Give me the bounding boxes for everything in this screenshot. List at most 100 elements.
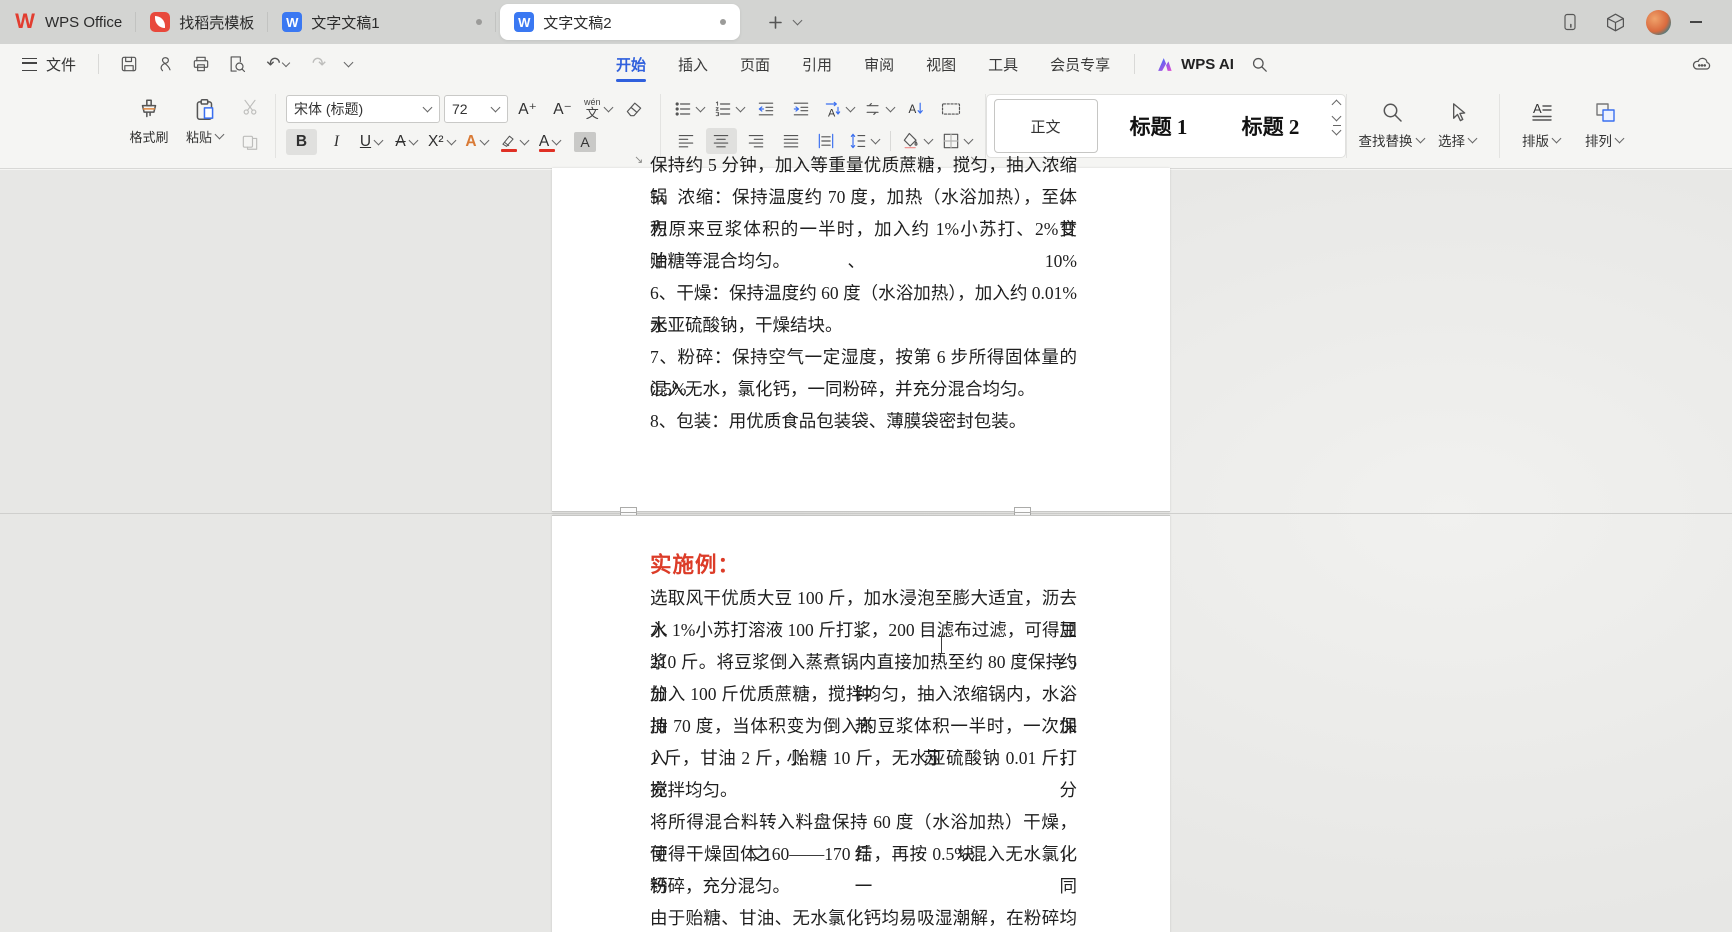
- bold-button[interactable]: B: [286, 129, 317, 155]
- doc-line[interactable]: 将所得混合料转入料盘保持 60 度（水浴加热）干燥，使之结块，: [650, 806, 1077, 838]
- doc-line[interactable]: 1 斤，甘油 2 斤，贻糖 10 斤，无水亚硫酸钠 0.01 斤，充分: [650, 742, 1077, 774]
- ribbon-tab-review[interactable]: 审阅: [848, 44, 910, 84]
- doc-line[interactable]: 8、包装：用优质食品包装袋、薄膜袋密封包装。: [650, 405, 1077, 437]
- styles-scroll-up-icon[interactable]: [1332, 100, 1342, 110]
- user-avatar[interactable]: [1646, 10, 1671, 35]
- bullets-button[interactable]: [671, 96, 707, 122]
- highlight-button[interactable]: [497, 129, 531, 155]
- tab-wps-home[interactable]: W WPS Office: [0, 0, 136, 44]
- doc-line[interactable]: 加入 100 斤优质蔗糖，搅拌均匀，抽入浓缩锅内，水浴加热保: [650, 678, 1077, 710]
- ribbon-tab-reference[interactable]: 引用: [786, 44, 848, 84]
- paste-button[interactable]: 粘贴: [178, 90, 232, 152]
- doc-line[interactable]: 为原来豆浆体积的一半时，加入约 1%小苏打、2%甘油、10%: [650, 213, 1077, 245]
- print-preview-button[interactable]: [223, 50, 251, 78]
- format-painter-button[interactable]: 格式刷: [122, 90, 176, 152]
- doc-line[interactable]: 7、粉碎：保持空气一定湿度，按第 6 步所得固体量的 0.5%: [650, 341, 1077, 373]
- decrease-indent-icon: [756, 99, 776, 119]
- font-dialog-launcher[interactable]: ↘: [634, 153, 643, 166]
- ribbon-tab-member[interactable]: 会员专享: [1034, 44, 1126, 84]
- superscript-button[interactable]: X²: [426, 129, 458, 155]
- ribbon-tab-home[interactable]: 开始: [600, 44, 662, 84]
- style-normal[interactable]: 正文: [994, 99, 1098, 153]
- redo-button[interactable]: ↷: [305, 50, 333, 78]
- ribbon-tab-page[interactable]: 页面: [724, 44, 786, 84]
- typeset-button[interactable]: A 排版: [1510, 92, 1574, 158]
- doc-line[interactable]: 由于贻糖、甘油、无水氯化钙均易吸湿潮解，在粉碎均匀后，必: [650, 902, 1077, 932]
- document-canvas[interactable]: 保持约 5 分钟，加入等重量优质蔗糖，搅匀，抽入浓缩锅。 5、浓缩：保持温度约 …: [0, 170, 1732, 932]
- document-page-2[interactable]: 实施例： 选取风干优质大豆 100 斤，加水浸泡至膨大适宜，沥去水，加 入 1%…: [552, 515, 1170, 932]
- arrange-button[interactable]: 排列: [1574, 92, 1636, 158]
- char-shading-button[interactable]: A: [570, 129, 601, 155]
- doc-line[interactable]: 210 斤。将豆浆倒入蒸煮锅内直接加热至约 80 度保持 5 分钟，: [650, 646, 1077, 678]
- char-scale-icon: [863, 99, 883, 119]
- styles-scroll-down-icon[interactable]: [1332, 112, 1342, 122]
- phonetic-guide-button[interactable]: wén 文: [582, 96, 615, 122]
- tab-document-1[interactable]: W 文字文稿1: [268, 0, 496, 44]
- italic-button[interactable]: I: [321, 129, 352, 155]
- doc-line[interactable]: 可得干燥固体 160——170 斤，再按 0.5%混入无水氯化钙一同: [650, 838, 1077, 870]
- doc-line[interactable]: 选取风干优质大豆 100 斤，加水浸泡至膨大适宜，沥去水，加: [650, 582, 1077, 614]
- char-scale-button[interactable]: [861, 96, 897, 122]
- ribbon-tab-tools[interactable]: 工具: [972, 44, 1034, 84]
- doc-line[interactable]: 保持约 5 分钟，加入等重量优质蔗糖，搅匀，抽入浓缩锅。: [650, 149, 1077, 181]
- doc-heading-shishili[interactable]: 实施例：: [650, 550, 740, 580]
- new-tab-button[interactable]: [762, 9, 788, 35]
- tab-document-1-label: 文字文稿1: [311, 12, 379, 33]
- text-direction-button[interactable]: A: [821, 96, 857, 122]
- export-pdf-button[interactable]: [151, 50, 179, 78]
- command-search-button[interactable]: [1246, 50, 1274, 78]
- underline-button[interactable]: U: [356, 129, 387, 155]
- doc-line[interactable]: 持 70 度，当体积变为倒入的豆浆体积一半时，一次加入小苏打: [650, 710, 1077, 742]
- font-size-select[interactable]: 72: [444, 95, 508, 123]
- tab-docer-templates[interactable]: 找稻壳模板: [136, 0, 268, 44]
- save-button[interactable]: [115, 50, 143, 78]
- cloud-sync-button[interactable]: [1688, 50, 1716, 78]
- doc-line[interactable]: 水亚硫酸钠，干燥结块。: [650, 309, 1077, 341]
- clear-format-button[interactable]: [619, 96, 650, 122]
- file-menu-button[interactable]: 文件: [16, 50, 82, 79]
- doc-line[interactable]: 混入无水，氯化钙，一同粉碎，并充分混合均匀。: [650, 373, 1077, 405]
- app-center-button[interactable]: [1601, 8, 1629, 36]
- increase-font-button[interactable]: A⁺: [512, 96, 543, 122]
- increase-indent-button[interactable]: [786, 96, 817, 122]
- styles-gallery-more-icon[interactable]: [1333, 125, 1341, 134]
- print-button[interactable]: [187, 50, 215, 78]
- minimize-button[interactable]: [1688, 14, 1704, 30]
- increase-indent-icon: [791, 99, 811, 119]
- tab-list-chevron-icon[interactable]: [793, 16, 803, 26]
- decrease-font-button[interactable]: A⁻: [547, 96, 578, 122]
- font-name-select[interactable]: 宋体 (标题): [286, 95, 440, 123]
- strikethrough-button[interactable]: A: [391, 129, 422, 155]
- style-heading-2[interactable]: 标题 2: [1215, 100, 1327, 152]
- doc-line[interactable]: 6、干燥：保持温度约 60 度（水浴加热），加入约 0.01%无: [650, 277, 1077, 309]
- find-replace-button[interactable]: 查找替换: [1357, 92, 1427, 158]
- tab-document-2[interactable]: W 文字文稿2: [500, 4, 740, 40]
- ribbon-tab-view[interactable]: 视图: [910, 44, 972, 84]
- numbering-button[interactable]: [711, 96, 747, 122]
- select-button[interactable]: 选择: [1427, 92, 1489, 158]
- undo-button[interactable]: ↶: [259, 50, 297, 78]
- decrease-indent-button[interactable]: [751, 96, 782, 122]
- doc-line[interactable]: 贻糖等混合均匀。: [650, 245, 1077, 277]
- strikethrough-icon: A: [395, 133, 405, 151]
- ribbon-tab-insert[interactable]: 插入: [662, 44, 724, 84]
- document-page-1[interactable]: 保持约 5 分钟，加入等重量优质蔗糖，搅匀，抽入浓缩锅。 5、浓缩：保持温度约 …: [552, 168, 1170, 512]
- doc-line[interactable]: 搅拌均匀。: [650, 774, 1077, 806]
- text-direction-icon: A: [823, 99, 843, 119]
- doc-line[interactable]: 5、浓缩：保持温度约 70 度，加热（水浴加热），至体积变: [650, 181, 1077, 213]
- doc-line[interactable]: 入 1%小苏打溶液 100 斤打浆，200 目滤布过滤，可得豆浆约: [650, 614, 1077, 646]
- wps-ai-logo-icon: [1155, 55, 1174, 74]
- style-heading-1[interactable]: 标题 1: [1103, 100, 1215, 152]
- sort-button[interactable]: A: [901, 96, 932, 122]
- copy-button[interactable]: [234, 130, 265, 156]
- show-marks-button[interactable]: [936, 96, 967, 122]
- split-screen-button[interactable]: [1556, 8, 1584, 36]
- printer-icon: [191, 54, 211, 74]
- doc-line[interactable]: 粉碎，充分混匀。: [650, 870, 1077, 902]
- quickbar-more-chevron-icon[interactable]: [344, 58, 354, 68]
- arrange-label: 排列: [1585, 130, 1624, 150]
- wps-ai-button[interactable]: WPS AI: [1143, 55, 1246, 74]
- font-color-button[interactable]: A: [535, 129, 566, 155]
- cut-button[interactable]: [234, 94, 265, 120]
- text-effects-button[interactable]: A: [462, 129, 493, 155]
